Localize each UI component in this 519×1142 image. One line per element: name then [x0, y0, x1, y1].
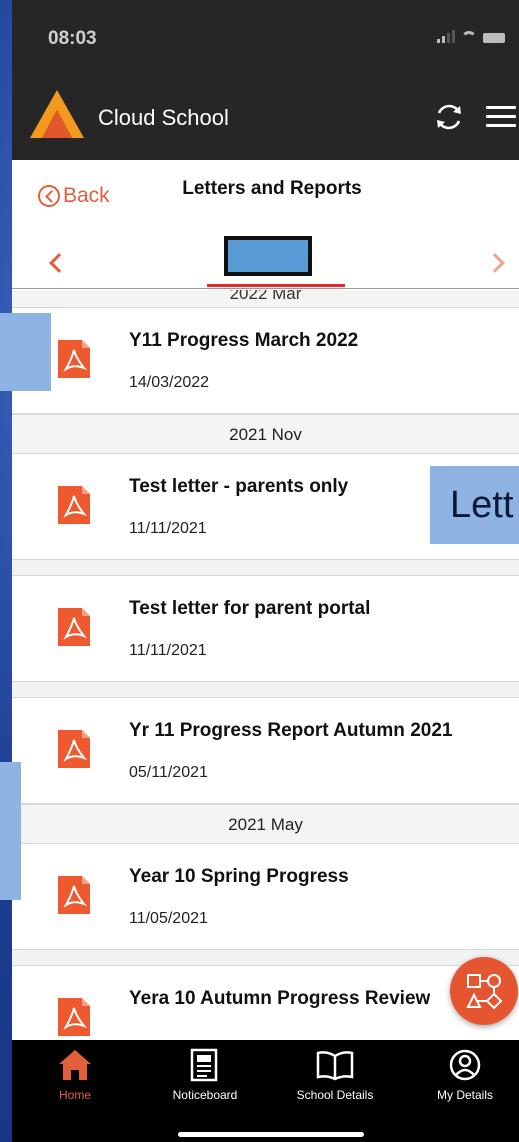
phone-screen: 08:03 Cloud School Back Letters and Repo… — [12, 0, 519, 1142]
page-title: Letters and Reports — [182, 178, 362, 199]
tab-label: My Details — [436, 1088, 493, 1102]
item-title: Yera 10 Autumn Progress Review — [129, 988, 431, 1009]
tab-my-details[interactable]: My Details — [410, 1048, 519, 1102]
signal-icon — [437, 30, 455, 43]
pdf-icon — [58, 608, 90, 646]
wifi-icon — [461, 31, 477, 43]
section-header: 2021 Nov — [12, 414, 519, 454]
item-date: 14/03/2022 — [129, 374, 210, 391]
app-header: Cloud School — [12, 78, 519, 160]
list-item[interactable]: Yr 11 Progress Report Autumn 2021 05/11/… — [12, 698, 519, 804]
item-date: 05/11/2021 — [129, 764, 208, 781]
sync-icon[interactable] — [432, 100, 466, 134]
status-time: 08:03 — [48, 28, 97, 49]
previous-chevron-icon[interactable] — [49, 253, 69, 273]
battery-icon — [483, 33, 505, 43]
floating-action-button[interactable] — [450, 957, 518, 1025]
pdf-icon — [58, 998, 90, 1036]
item-title: Test letter for parent portal — [129, 598, 371, 619]
pdf-icon — [58, 486, 90, 524]
tab-home[interactable]: Home — [20, 1048, 130, 1102]
bottom-tab-bar: Home Noticeboard School Details My Detai… — [12, 1040, 519, 1142]
noticeboard-icon — [190, 1048, 218, 1082]
list-item[interactable]: Yera 10 Autumn Progress Review — [12, 966, 519, 1040]
item-date: 11/11/2021 — [129, 642, 207, 659]
tab-label: School Details — [296, 1088, 374, 1102]
annotation-box-text: Lett — [430, 466, 519, 544]
list-item[interactable]: Test letter for parent portal 11/11/2021 — [12, 576, 519, 682]
hamburger-menu-icon[interactable] — [486, 106, 516, 128]
workflow-icon — [466, 974, 503, 1010]
active-tab-underline — [207, 284, 345, 287]
pdf-icon — [58, 340, 90, 378]
tab-noticeboard[interactable]: Noticeboard — [150, 1048, 260, 1102]
section-header: 2021 May — [12, 804, 519, 844]
item-title: Year 10 Spring Progress — [129, 866, 349, 887]
pdf-icon — [58, 730, 90, 768]
user-circle-icon — [449, 1049, 481, 1081]
page-bar: Back Letters and Reports — [12, 160, 519, 290]
list-item[interactable]: Year 10 Spring Progress 11/05/2021 — [12, 844, 519, 950]
status-bar: 08:03 — [12, 0, 519, 78]
list-gap — [12, 950, 519, 966]
tab-divider — [12, 288, 519, 289]
section-header-cut: 2022 Mar — [12, 290, 519, 308]
redacted-year-tab[interactable] — [224, 236, 312, 276]
item-date: 11/11/2021 — [129, 520, 207, 537]
home-indicator[interactable] — [178, 1132, 364, 1137]
app-title: Cloud School — [98, 105, 229, 130]
list-item[interactable]: Y11 Progress March 2022 14/03/2022 — [12, 308, 519, 414]
cloud-school-logo — [30, 90, 84, 138]
annotation-box — [0, 313, 51, 391]
tab-school-details[interactable]: School Details — [280, 1048, 390, 1102]
item-title: Test letter - parents only — [129, 476, 349, 497]
tab-label: Noticeboard — [172, 1088, 238, 1102]
list-gap — [12, 682, 519, 698]
item-title: Y11 Progress March 2022 — [129, 330, 359, 351]
annotation-text: Lett — [450, 484, 514, 526]
pdf-icon — [58, 876, 90, 914]
next-chevron-icon[interactable] — [485, 253, 505, 273]
letters-list: 2022 Mar Y11 Progress March 2022 14/03/2… — [12, 290, 519, 1040]
item-title: Yr 11 Progress Report Autumn 2021 — [129, 720, 453, 741]
item-date: 11/05/2021 — [129, 910, 208, 927]
annotation-box — [0, 762, 21, 900]
tab-label: Home — [58, 1088, 91, 1102]
status-icons — [437, 30, 505, 43]
book-icon — [316, 1051, 354, 1081]
list-gap — [12, 560, 519, 576]
home-icon — [59, 1050, 91, 1080]
